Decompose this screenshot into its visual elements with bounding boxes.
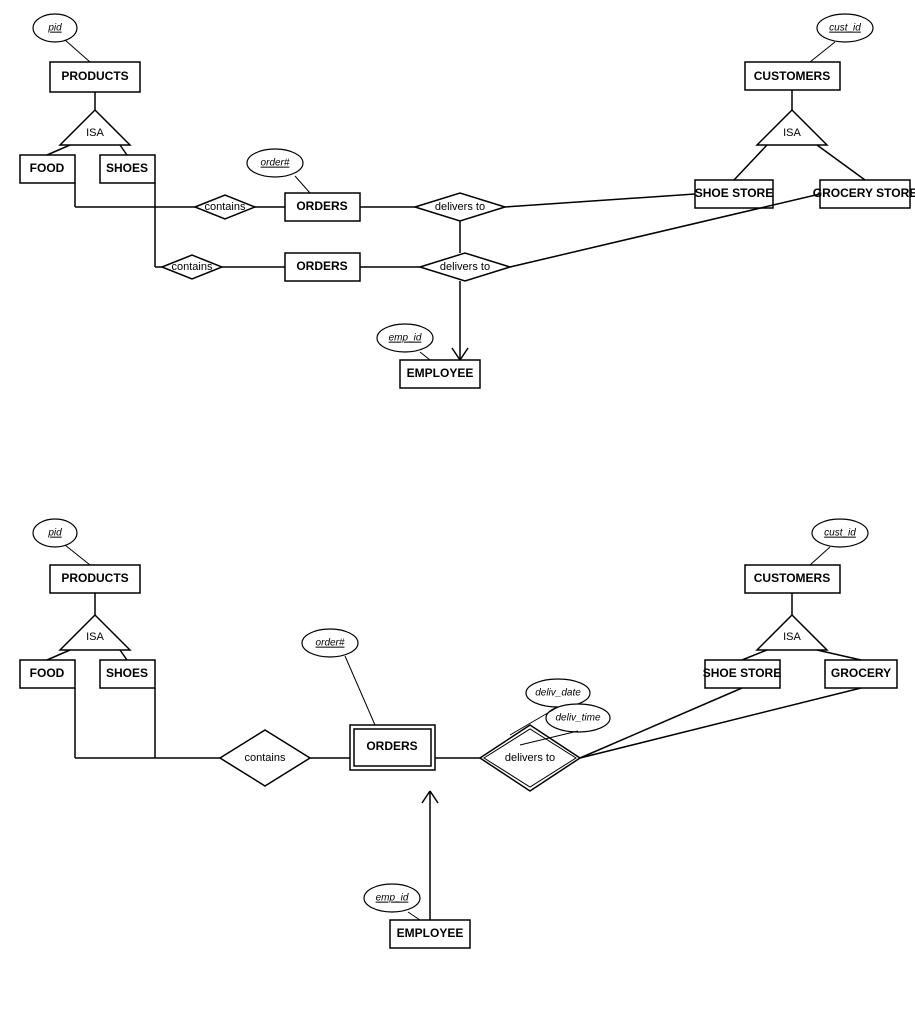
employee-label-bottom: EMPLOYEE (397, 926, 464, 940)
pid-attr-top-label: pid (47, 23, 62, 34)
isa-food-line-top (47, 145, 70, 155)
order-orders1-line (295, 176, 310, 193)
delivers-to1-label-top: delivers to (435, 201, 485, 213)
isa-grocerystore1-line (817, 145, 865, 180)
cust-id-attr-top-label: cust_id (829, 23, 861, 34)
arrow-bottom-left (422, 791, 430, 803)
isa-shoes-line-bottom (120, 650, 127, 660)
pid-products-line-top (65, 40, 90, 62)
customers-label-bottom: CUSTOMERS (754, 571, 830, 585)
empid-employee-line-bottom (408, 912, 420, 920)
arrow1-right (460, 348, 468, 360)
isa-shoestore1-line (734, 145, 767, 180)
orders-label-bottom: ORDERS (366, 739, 417, 753)
emp-id-attr-bottom-label: emp_id (376, 893, 409, 904)
cust-id-attr-bottom-label: cust_id (824, 528, 856, 539)
delivers-to2-label-top: delivers to (440, 261, 490, 273)
delivers2-grocerystore-line (510, 194, 820, 267)
grocery-label-bottom: GROCERY (831, 666, 891, 680)
orders2-label-top: ORDERS (296, 259, 347, 273)
deliv-date-attr-label: deliv_date (535, 688, 581, 699)
isa-label-customers-top: ISA (783, 127, 801, 139)
products-label-bottom: PRODUCTS (61, 571, 128, 585)
isa-label-products-bottom: ISA (86, 631, 104, 643)
shoes-label-bottom: SHOES (106, 666, 148, 680)
shoe-store1-label: SHOE STORE (695, 186, 773, 200)
delivers1-shoestore-line (505, 194, 695, 207)
empid-employee1-line (420, 352, 430, 360)
arrow-bottom-right (430, 791, 438, 803)
isa-label-customers-bottom: ISA (783, 631, 801, 643)
pid-products-line-bottom (65, 545, 90, 565)
deliv-time-attr-label: deliv_time (555, 713, 600, 724)
emp-id-attr-top-label: emp_id (389, 333, 422, 344)
custid-customers-line-top (810, 42, 835, 62)
order-orders-line-bottom (345, 656, 375, 725)
isa-shoestore-line-bottom (742, 650, 767, 660)
shoes-label-top: SHOES (106, 161, 148, 175)
contains2-label-top: contains (172, 261, 213, 273)
arrow1-left (452, 348, 460, 360)
isa-food-line-bottom (47, 650, 70, 660)
pid-attr-bottom-label: pid (47, 528, 62, 539)
orders1-label-top: ORDERS (296, 199, 347, 213)
er-diagram: pid PRODUCTS ISA FOOD SHOES order# ORDER… (0, 0, 915, 1022)
shoe-store-label-bottom: SHOE STORE (703, 666, 781, 680)
food-label-bottom: FOOD (30, 666, 65, 680)
delivers-grocery-line (580, 688, 861, 758)
customers-label-top: CUSTOMERS (754, 69, 830, 83)
products-label-top: PRODUCTS (61, 69, 128, 83)
isa-shoes-line-top (120, 145, 127, 155)
custid-customers-line-bottom (810, 547, 830, 565)
contains1-label-top: contains (205, 201, 246, 213)
employee1-label: EMPLOYEE (407, 366, 474, 380)
food-label-top: FOOD (30, 161, 65, 175)
order-attr-top-label: order# (261, 158, 290, 169)
isa-grocery-line-bottom (817, 650, 861, 660)
delivers-to-label-bottom: delivers to (505, 752, 555, 764)
isa-label-products-top: ISA (86, 127, 104, 139)
order-attr-bottom-label: order# (316, 638, 345, 649)
contains-label-bottom: contains (245, 752, 286, 764)
grocery-store1-label: GROCERY STORE (813, 186, 915, 200)
